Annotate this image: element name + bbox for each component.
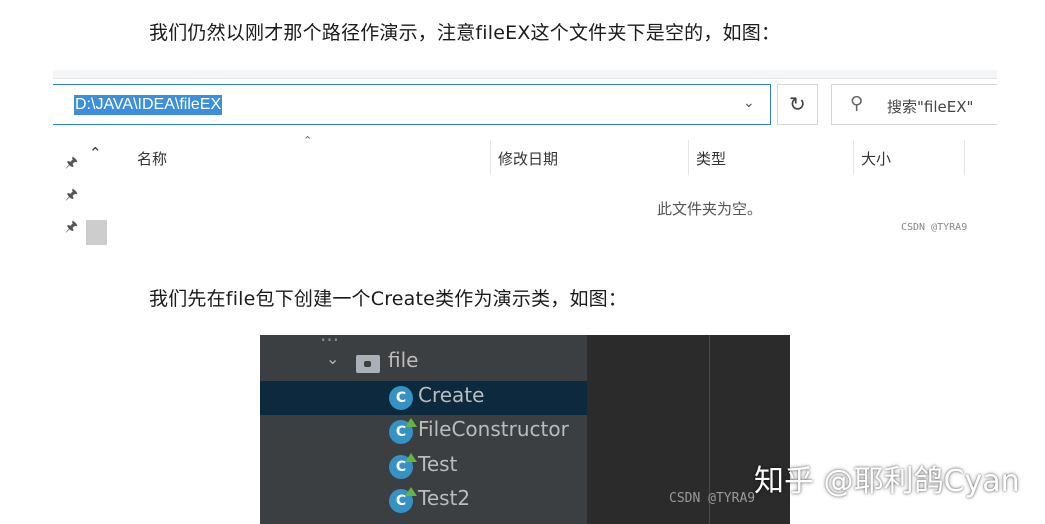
ribbon-strip	[53, 70, 997, 79]
quick-access-pins: 🖈 🖈 🖈	[65, 147, 78, 243]
class-icon: C	[389, 386, 413, 410]
chevron-down-icon[interactable]: ⌄	[326, 349, 339, 368]
paragraph-create-class: 我们先在file包下创建一个Create类作为演示类，如图：	[149, 288, 628, 310]
file-explorer-screenshot: D:\JAVA\IDEA\fileEX ⌄ ↻ ⚲ 搜索"fileEX" 🖈 🖈…	[53, 70, 997, 245]
package-folder-icon	[356, 355, 380, 373]
column-separator[interactable]	[964, 140, 965, 175]
class-label: Test	[418, 452, 458, 476]
csdn-watermark: CSDN @TYRA9	[901, 222, 968, 233]
scroll-up-icon[interactable]: ⌃	[89, 144, 102, 162]
paragraph-intro: 我们仍然以刚才那个路径作演示，注意fileEX这个文件夹下是空的，如图：	[149, 22, 781, 44]
scrollbar-thumb[interactable]	[86, 220, 107, 245]
ide-project-tree-screenshot: ... ⌄ file C Create C FileConstructor C …	[260, 335, 790, 524]
class-label: FileConstructor	[418, 417, 569, 441]
address-bar[interactable]: D:\JAVA\IDEA\fileEX ⌄	[53, 84, 771, 125]
pin-icon[interactable]: 🖈	[65, 147, 78, 179]
tree-item-class[interactable]: C Test2	[260, 484, 587, 518]
package-label: file	[388, 348, 419, 372]
refresh-button[interactable]: ↻	[777, 84, 818, 125]
tree-item-class[interactable]: C FileConstructor	[260, 415, 587, 449]
column-separator[interactable]	[490, 140, 491, 175]
pin-icon[interactable]: 🖈	[65, 211, 78, 243]
pin-icon[interactable]: 🖈	[65, 179, 78, 211]
tree-item-package[interactable]: ⌄ file	[260, 346, 587, 380]
runnable-marker-icon	[405, 487, 417, 496]
search-box[interactable]: ⚲ 搜索"fileEX"	[831, 84, 997, 125]
csdn-watermark: CSDN @TYRA9	[669, 491, 756, 506]
column-separator[interactable]	[688, 140, 689, 175]
column-header-modified[interactable]: 修改日期	[498, 148, 558, 169]
tree-item-class[interactable]: C Create	[260, 381, 587, 415]
runnable-marker-icon	[405, 453, 417, 462]
class-label: Test2	[418, 486, 471, 510]
runnable-marker-icon	[405, 418, 417, 427]
search-icon: ⚲	[850, 93, 864, 114]
zhihu-watermark: 知乎 @耶利鸽Cyan	[754, 464, 1020, 499]
truncated-tree-row: ...	[320, 335, 339, 346]
tree-item-class[interactable]: C Test	[260, 450, 587, 484]
column-header-name[interactable]: 名称	[137, 148, 167, 169]
column-header-size[interactable]: 大小	[861, 148, 891, 169]
chevron-down-icon[interactable]: ⌄	[743, 95, 755, 111]
refresh-icon: ↻	[789, 92, 806, 116]
sort-indicator-icon: ⌃	[303, 134, 313, 147]
search-placeholder: 搜索"fileEX"	[887, 98, 974, 116]
address-text[interactable]: D:\JAVA\IDEA\fileEX	[74, 95, 223, 115]
empty-folder-message: 此文件夹为空。	[657, 200, 763, 218]
column-separator[interactable]	[853, 140, 854, 175]
class-label: Create	[418, 383, 485, 407]
column-header-type[interactable]: 类型	[696, 148, 726, 169]
